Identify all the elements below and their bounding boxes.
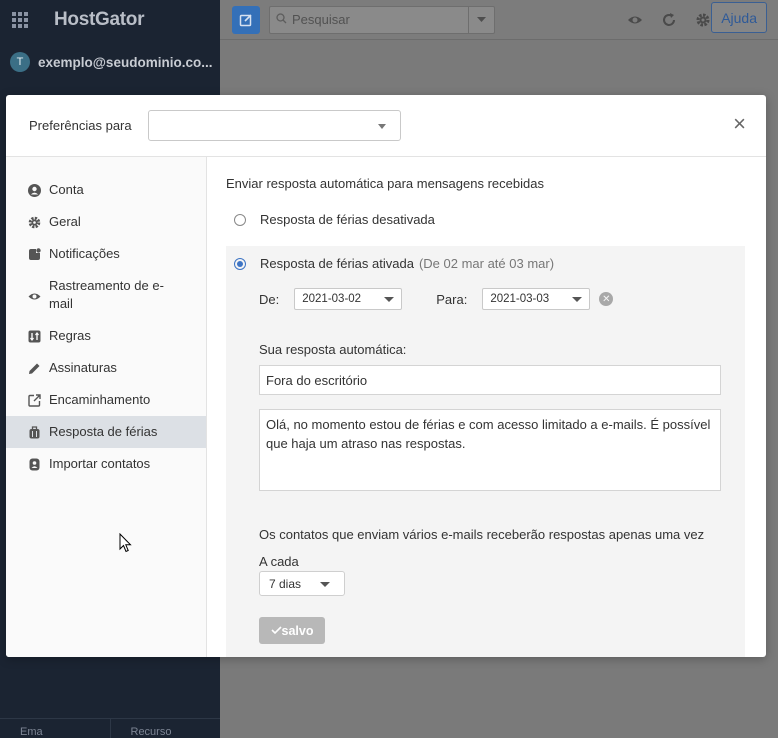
refresh-icon[interactable]	[661, 12, 677, 28]
chevron-down-icon	[377, 124, 386, 129]
nav-item-notificacoes[interactable]: Notificações	[6, 238, 206, 270]
app-topbar: Ajuda	[220, 0, 778, 40]
avatar: T	[10, 52, 30, 72]
nav-item-label: Regras	[49, 328, 91, 343]
forward-icon	[28, 391, 49, 409]
preferences-for-label: Preferências para	[29, 118, 132, 133]
sidebar-bottom-bar: Ema Recurso	[0, 718, 220, 738]
frequency-value: 7 dias	[269, 576, 302, 591]
vacation-on-label: Resposta de férias ativada	[260, 256, 414, 271]
vacation-settings: Enviar resposta automática para mensagen…	[207, 157, 766, 657]
to-date-value: 2021-03-03	[490, 293, 550, 305]
auto-reply-label: Sua resposta automática:	[259, 342, 407, 357]
modal-header: Preferências para ×	[6, 95, 766, 157]
nav-item-label: Encaminhamento	[49, 392, 151, 407]
nav-item-label: Rastreamento de e-mail	[49, 278, 164, 311]
to-label: Para:	[436, 291, 468, 307]
search-box[interactable]	[269, 5, 495, 34]
vacation-off-option[interactable]: Resposta de férias desativada	[226, 212, 744, 227]
nav-item-importar-contatos[interactable]: Importar contatos	[6, 448, 206, 480]
gear-icon[interactable]	[695, 12, 711, 28]
help-button[interactable]: Ajuda	[711, 2, 767, 33]
brand-logo: HostGator	[54, 9, 145, 30]
chevron-down-icon	[477, 16, 486, 22]
rules-icon	[28, 327, 49, 345]
eye-icon	[28, 287, 49, 305]
close-icon[interactable]: ×	[733, 113, 746, 135]
vacation-on-panel: Resposta de férias ativada (De 02 mar at…	[226, 246, 745, 657]
nav-item-label: Assinaturas	[49, 360, 117, 375]
from-label: De:	[259, 291, 280, 307]
nav-item-encaminhamento[interactable]: Encaminhamento	[6, 384, 206, 416]
bottom-tab-features[interactable]: Recurso	[109, 719, 221, 738]
account-switcher[interactable]: T exemplo@seudominio.co...	[0, 40, 220, 84]
auto-reply-subject-input[interactable]: Fora do escritório	[259, 365, 721, 395]
account-email: exemplo@seudominio.co...	[38, 54, 213, 70]
vacation-on-radio[interactable]	[234, 257, 246, 270]
preferences-modal: Preferências para × Conta Geral Notifica…	[6, 95, 766, 657]
check-icon	[270, 626, 282, 635]
bottom-tab-email[interactable]: Ema	[0, 719, 110, 738]
nav-item-label: Conta	[49, 182, 84, 197]
logo-row: HostGator	[0, 0, 220, 40]
frequency-note: Os contatos que enviam vários e-mails re…	[259, 527, 705, 542]
clear-date-icon[interactable]: ✕	[599, 292, 614, 306]
chevron-down-icon	[320, 582, 330, 587]
compose-icon	[239, 13, 252, 26]
preferences-account-select[interactable]	[147, 110, 401, 141]
date-range-row: De: 2021-03-02 Para: 2021-03-03 ✕	[259, 288, 745, 310]
nav-item-conta[interactable]: Conta	[6, 174, 206, 206]
suitcase-icon	[28, 423, 49, 441]
nav-item-label: Importar contatos	[49, 456, 151, 471]
nav-item-resposta-ferias[interactable]: Resposta de férias	[6, 416, 206, 448]
to-date-select[interactable]: 2021-03-03	[482, 288, 591, 310]
vacation-off-label: Resposta de férias desativada	[260, 212, 435, 227]
nav-item-regras[interactable]: Regras	[6, 320, 206, 352]
frequency-label: A cada	[259, 554, 299, 569]
mouse-cursor-icon	[119, 533, 132, 553]
save-button[interactable]: salvo	[259, 617, 325, 644]
chevron-down-icon	[572, 297, 583, 302]
gear-icon	[28, 213, 49, 231]
nav-item-label: Resposta de férias	[49, 424, 158, 439]
nav-item-geral[interactable]: Geral	[6, 206, 206, 238]
pencil-icon	[28, 359, 49, 377]
from-date-select[interactable]: 2021-03-02	[294, 288, 403, 310]
user-circle-icon	[28, 181, 49, 199]
topbar-icons	[627, 0, 711, 40]
nav-item-label: Notificações	[49, 246, 120, 261]
vacation-off-radio[interactable]	[234, 213, 246, 226]
save-label: salvo	[281, 623, 314, 638]
vacation-date-range: (De 02 mar até 03 mar)	[418, 256, 555, 271]
chevron-down-icon	[384, 297, 395, 302]
apps-grid-icon[interactable]	[12, 12, 28, 28]
search-input[interactable]	[292, 12, 464, 27]
frequency-select[interactable]: 7 dias	[259, 571, 345, 596]
nav-item-label: Geral	[49, 214, 81, 229]
vacation-on-option[interactable]: Resposta de férias ativada (De 02 mar at…	[226, 256, 745, 271]
auto-reply-message-textarea[interactable]: Olá, no momento estou de férias e com ac…	[259, 409, 721, 491]
search-dropdown-toggle[interactable]	[468, 6, 494, 33]
contact-icon	[28, 455, 49, 473]
nav-item-assinaturas[interactable]: Assinaturas	[6, 352, 206, 384]
notification-icon	[28, 245, 49, 263]
preferences-nav: Conta Geral Notificações Rastreamento de…	[6, 157, 207, 657]
section-title: Enviar resposta automática para mensagen…	[226, 176, 544, 191]
from-date-value: 2021-03-02	[302, 293, 362, 305]
search-icon	[270, 12, 292, 27]
nav-item-rastreamento[interactable]: Rastreamento de e-mail	[6, 270, 206, 320]
eye-icon[interactable]	[627, 12, 643, 28]
compose-button[interactable]	[232, 5, 260, 34]
